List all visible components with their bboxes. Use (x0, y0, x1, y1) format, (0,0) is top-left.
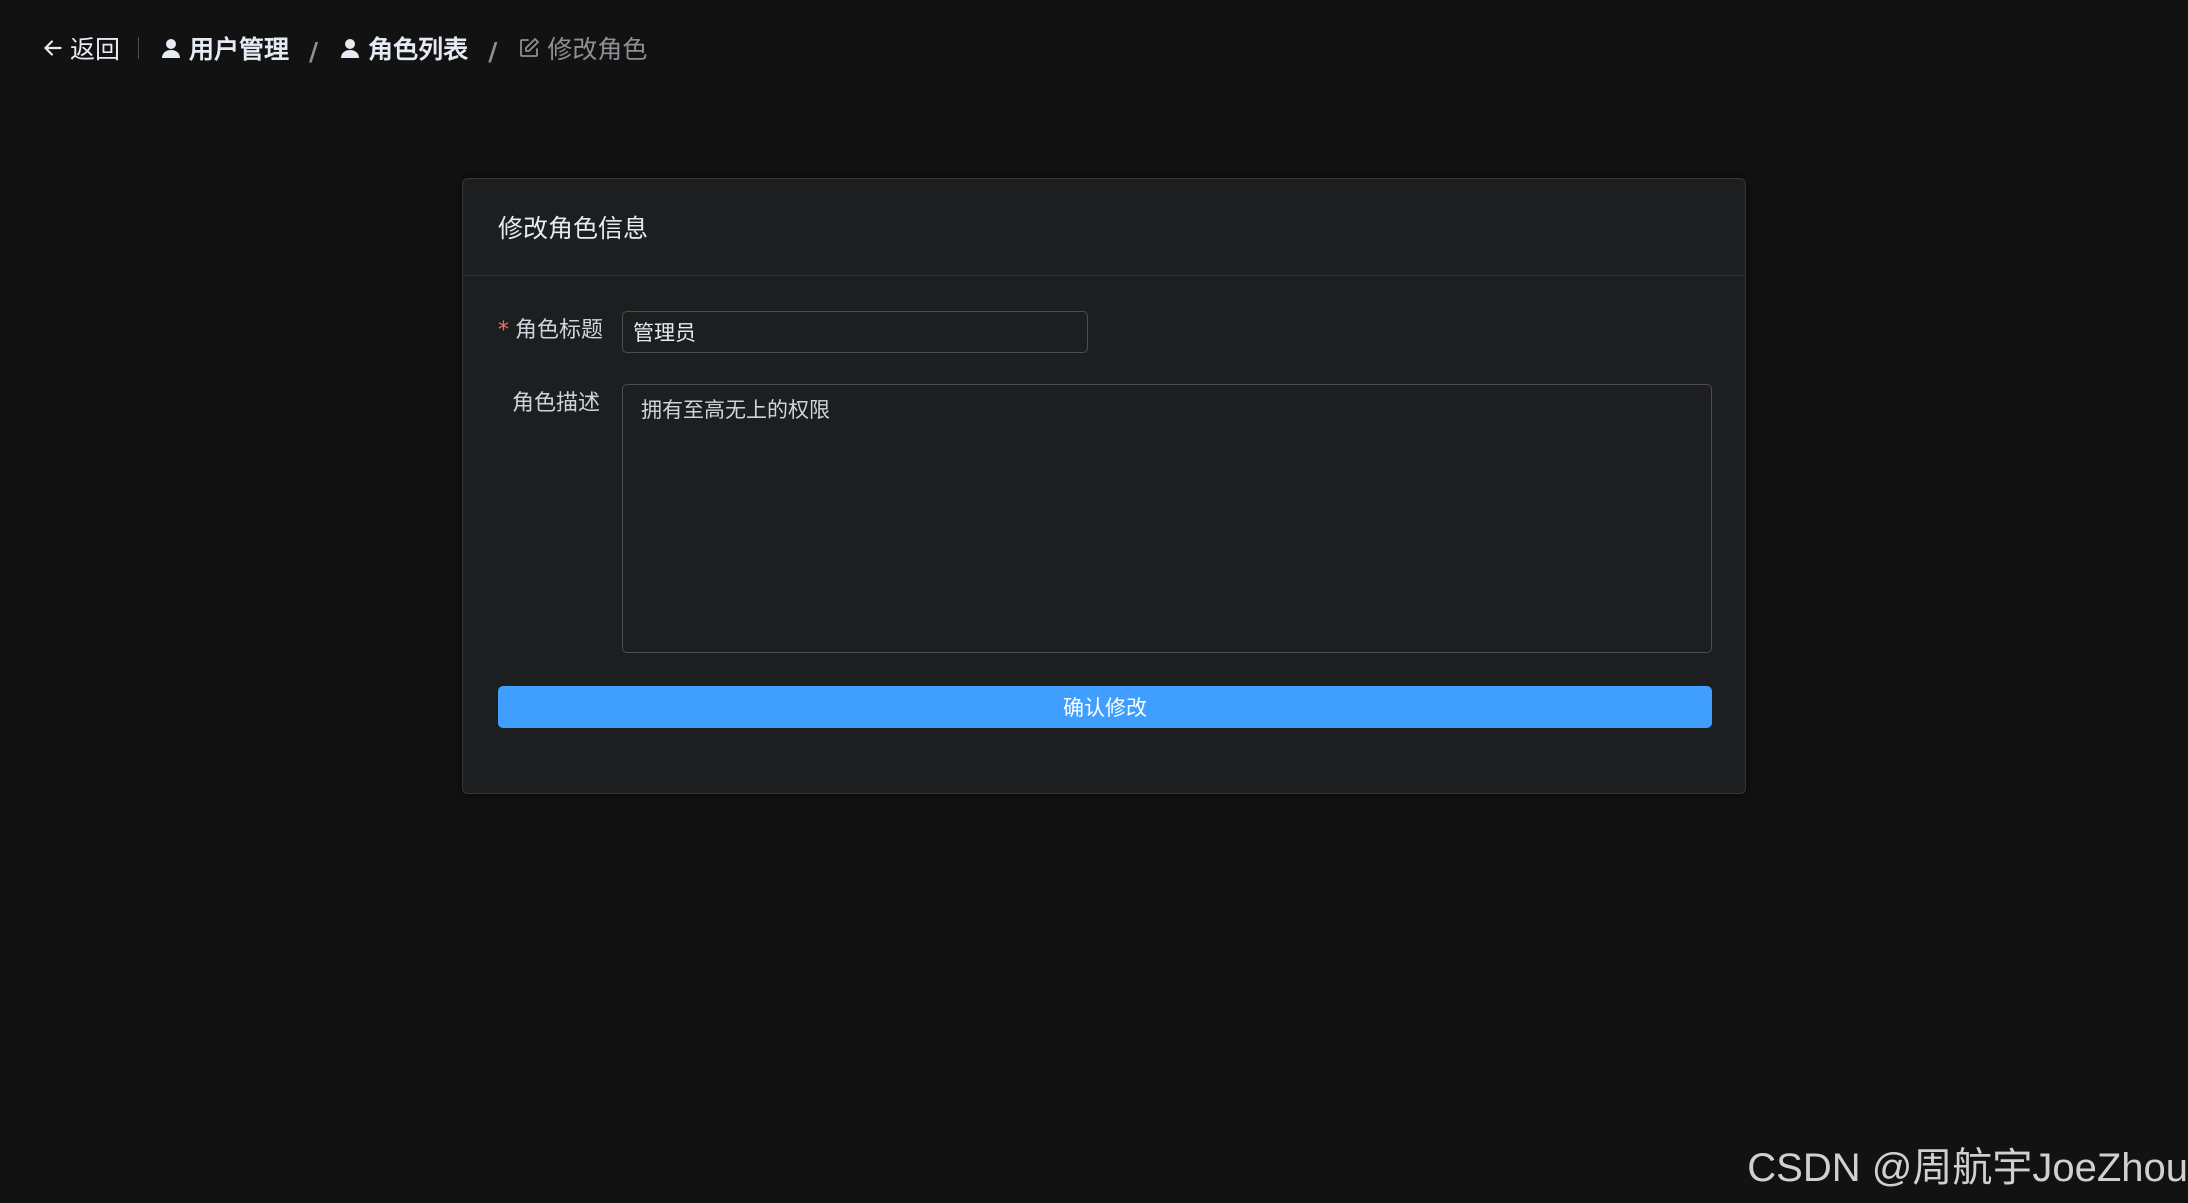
breadcrumb-label: 修改角色 (547, 35, 648, 64)
breadcrumb-user-management[interactable]: 用户管理 (159, 30, 289, 66)
role-desc-textarea[interactable]: 拥有至高无上的权限 (622, 384, 1712, 653)
form-row-role-desc: 角色描述 拥有至高无上的权限 (498, 384, 1712, 653)
required-mark: * (498, 318, 509, 343)
edit-icon (517, 36, 541, 60)
role-title-label-text: 角色标题 (515, 318, 604, 343)
user-icon (159, 36, 183, 60)
user-icon (338, 36, 362, 60)
watermark: CSDN @周航宇JoeZhou (1747, 1146, 2188, 1190)
confirm-edit-button[interactable]: 确认修改 (498, 686, 1712, 728)
role-title-input[interactable] (622, 311, 1088, 353)
edit-role-card: 修改角色信息 *角色标题 角色描述 拥有至高无上的权限 确认修改 (462, 178, 1746, 794)
role-title-label: * 角色标题 (498, 311, 622, 353)
card-title: 修改角色信息 (498, 214, 649, 243)
arrow-left-icon (40, 35, 66, 61)
header-divider (138, 37, 140, 59)
back-button[interactable]: 返回 (40, 30, 120, 66)
form-row-role-title: * 角色标题 (498, 311, 1088, 353)
breadcrumb-label: 角色列表 (368, 35, 469, 64)
breadcrumb-separator: / (488, 36, 498, 66)
page-header: 返回 用户管理 / 角色列表 / 修改角色 (40, 28, 647, 68)
back-label: 返回 (70, 35, 121, 64)
card-header: 修改角色信息 (463, 179, 1745, 276)
breadcrumb-separator: / (309, 36, 319, 66)
role-desc-label: 角色描述 (511, 391, 600, 416)
breadcrumb-label: 用户管理 (189, 35, 290, 64)
page: 返回 用户管理 / 角色列表 / 修改角色 修改角色信息 * 角色标题 管理员 … (0, 0, 2188, 1203)
breadcrumb-edit-role: 修改角色 (517, 30, 647, 66)
breadcrumb-role-list[interactable]: 角色列表 (338, 30, 468, 66)
